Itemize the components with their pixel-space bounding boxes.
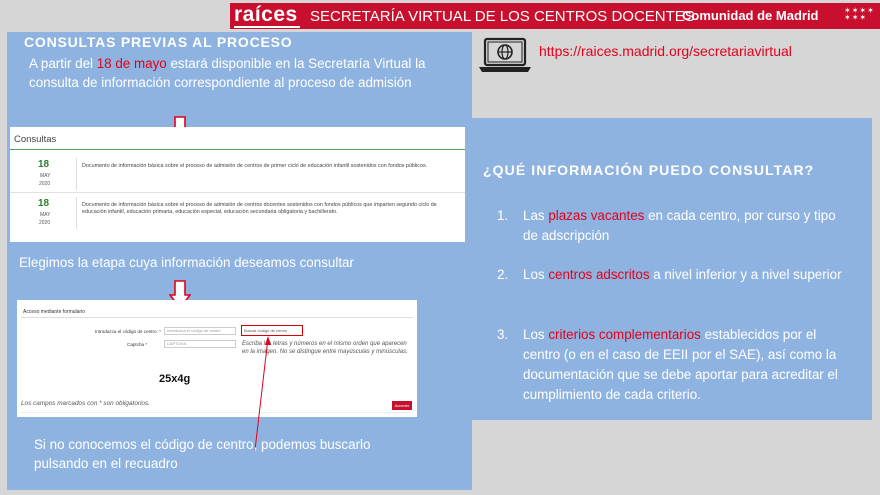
right-panel: ¿QUÉ INFORMACIÓN PUEDO CONSULTAR? 1. Las… — [467, 118, 872, 420]
item-text: Los centros adscritos a nivel inferior y… — [523, 265, 853, 285]
item-text: Los criterios complementarios establecid… — [523, 325, 853, 405]
slide: raíces SECRETARÍA VIRTUAL DE LOS CENTROS… — [0, 0, 880, 495]
secretaria-url-link[interactable]: https://raices.madrid.org/secretariavirt… — [539, 43, 792, 59]
right-panel-title: ¿QUÉ INFORMACIÓN PUEDO CONSULTAR? — [483, 162, 815, 178]
item-number: 3. — [497, 327, 509, 342]
item-text: Las plazas vacantes en cada centro, por … — [523, 206, 853, 246]
logo-underline — [234, 26, 300, 28]
item-pre: Los — [523, 267, 549, 282]
item-highlight: plazas vacantes — [548, 208, 645, 223]
item-highlight: centros adscritos — [548, 267, 650, 282]
raices-logo[interactable]: raíces — [234, 4, 298, 26]
item-number: 2. — [497, 267, 509, 282]
region-name: Comunidad de Madrid — [682, 8, 819, 23]
madrid-stars-icon: ✶✶✶✶ ✶✶✶ — [844, 6, 875, 22]
item-post: a nivel inferior y a nivel superior — [649, 267, 842, 282]
item-pre: Los — [523, 327, 549, 342]
pointer-line — [254, 336, 271, 451]
item-highlight: criterios complementarios — [548, 327, 701, 342]
header-bar: raíces SECRETARÍA VIRTUAL DE LOS CENTROS… — [230, 3, 880, 29]
item-pre: Las — [523, 208, 549, 223]
header-subtitle: SECRETARÍA VIRTUAL DE LOS CENTROS DOCENT… — [310, 8, 695, 25]
item-number: 1. — [497, 208, 509, 223]
laptop-globe-icon — [479, 37, 531, 72]
bottom-text: Si no conocemos el código de centro, pod… — [34, 437, 371, 471]
left-panel: CONSULTAS PREVIAS AL PROCESO A partir de… — [7, 32, 472, 490]
